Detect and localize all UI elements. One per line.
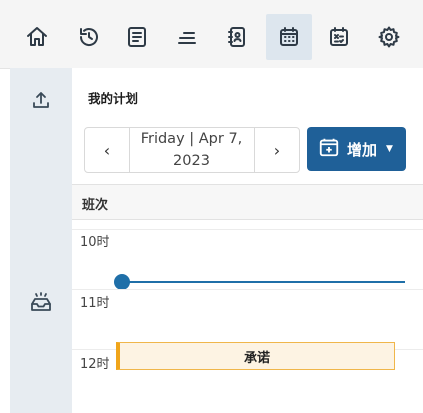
date-line-2: 2023 (173, 153, 210, 169)
home-button[interactable] (14, 14, 60, 60)
event-label: 承诺 (243, 350, 270, 366)
list-button[interactable] (164, 14, 210, 60)
add-button-label: 增加 (347, 140, 378, 159)
calendar-icon (280, 27, 298, 46)
document-button[interactable] (114, 14, 160, 60)
chevron-right-icon: › (273, 140, 281, 160)
list-icon (178, 32, 196, 44)
upload-button[interactable] (29, 88, 53, 112)
history-icon (79, 28, 98, 46)
home-icon (27, 27, 47, 46)
schedule-button[interactable] (316, 14, 362, 60)
next-day-button[interactable]: › (254, 128, 299, 172)
hour-label-12: 12时 (80, 357, 110, 372)
current-time-line (122, 281, 405, 283)
schedule-event[interactable]: 承诺 (116, 342, 395, 370)
upload-icon (33, 92, 49, 108)
hour-label-11: 11时 (80, 296, 110, 311)
caret-down-icon: ▼ (386, 144, 393, 154)
history-button[interactable] (66, 14, 112, 60)
schedule-icon (330, 27, 348, 46)
previous-day-button[interactable]: ‹ (85, 128, 130, 172)
hour-label-10: 10时 (80, 235, 110, 250)
date-navigator: ‹ Friday | Apr 7, 2023 › (84, 127, 300, 173)
inbox-icon (31, 292, 51, 311)
gear-icon (378, 26, 400, 48)
current-time-marker (114, 274, 130, 290)
hour-gridline (72, 289, 423, 290)
schedule-column-header: 班次 (72, 184, 423, 220)
column-header-label: 班次 (82, 198, 109, 213)
settings-button[interactable] (366, 14, 412, 60)
document-icon (128, 27, 146, 47)
date-line-1: Friday | Apr 7, (140, 131, 243, 147)
contacts-icon (228, 27, 245, 47)
left-sidebar (10, 68, 72, 413)
calendar-add-icon (318, 136, 340, 162)
chevron-left-icon: ‹ (103, 140, 111, 160)
main-panel: 我的计划 ‹ Friday | Apr 7, 2023 › 增加 ▼ 班次 10… (72, 68, 423, 413)
hour-gridline (72, 229, 423, 230)
inbox-button[interactable] (29, 290, 53, 314)
top-toolbar (0, 0, 423, 69)
calendar-button[interactable] (266, 14, 312, 60)
contacts-button[interactable] (214, 14, 260, 60)
add-button[interactable]: 增加 ▼ (307, 127, 406, 171)
current-date[interactable]: Friday | Apr 7, 2023 (130, 128, 253, 172)
page-title: 我的计划 (88, 91, 139, 106)
